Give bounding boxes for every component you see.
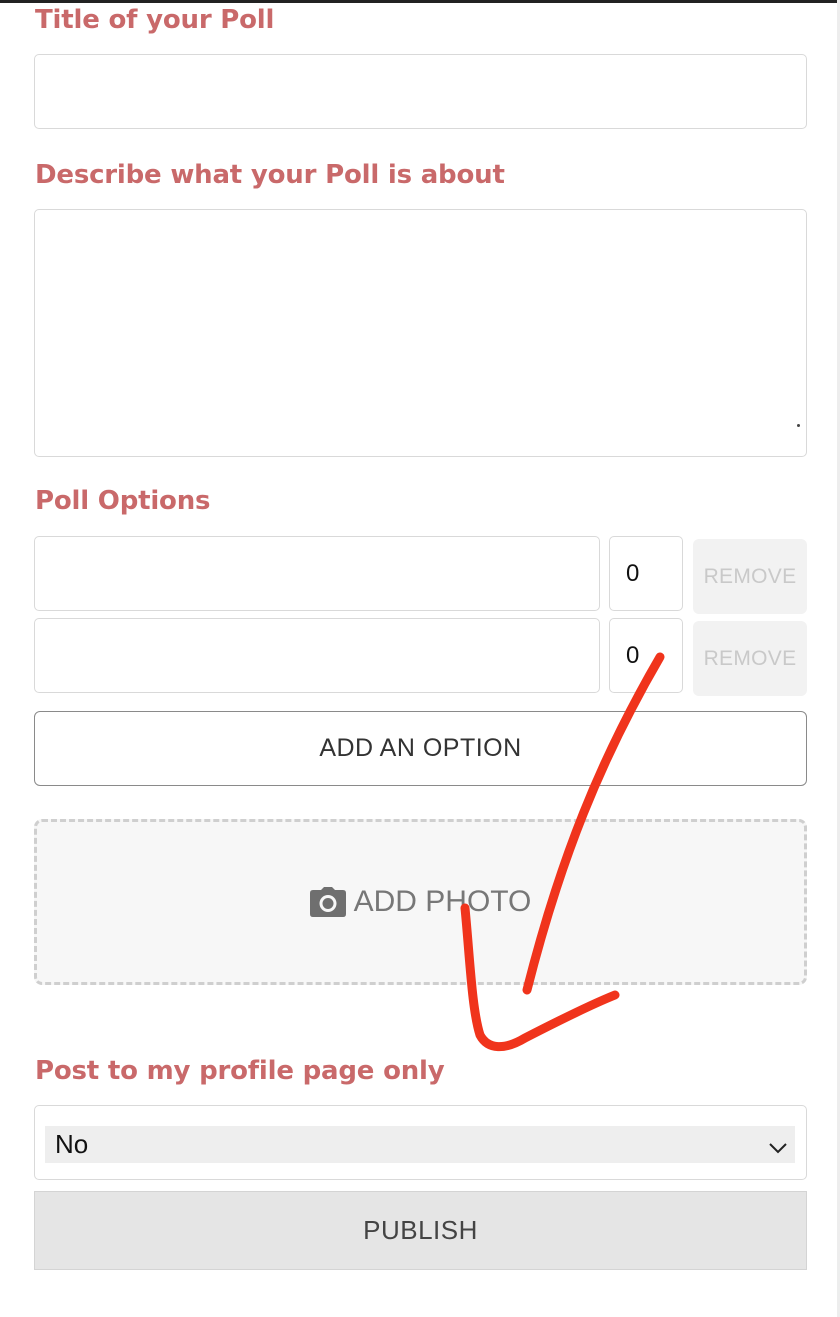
poll-description-textarea[interactable] (34, 209, 807, 457)
profile-only-select-value[interactable]: No (45, 1126, 795, 1163)
poll-option-input-1[interactable] (34, 536, 600, 611)
add-option-label: ADD AN OPTION (319, 734, 522, 762)
remove-option-button-1[interactable]: REMOVE (693, 539, 807, 614)
publish-button[interactable]: PUBLISH (34, 1191, 807, 1270)
remove-option-button-2[interactable]: REMOVE (693, 621, 807, 696)
camera-icon (309, 887, 346, 917)
add-option-button[interactable]: ADD AN OPTION (34, 711, 807, 786)
add-photo-label: ADD PHOTO (353, 885, 532, 918)
poll-title-input[interactable] (34, 54, 807, 129)
status-bar-edge (0, 0, 840, 3)
poll-title-label: Title of your Poll (35, 5, 275, 35)
add-photo-dropzone[interactable]: ADD PHOTO (34, 819, 807, 985)
profile-only-label: Post to my profile page only (35, 1056, 445, 1086)
textarea-resize-handle[interactable] (797, 424, 800, 427)
poll-description-label: Describe what your Poll is about (35, 160, 505, 190)
chevron-down-icon (767, 1134, 789, 1154)
poll-option-input-2[interactable] (34, 618, 600, 693)
poll-option-count-2: 0 (609, 618, 683, 693)
poll-options-label: Poll Options (35, 486, 211, 516)
profile-only-selected-text: No (55, 1129, 89, 1159)
poll-option-count-1: 0 (609, 536, 683, 611)
publish-label: PUBLISH (363, 1215, 478, 1245)
